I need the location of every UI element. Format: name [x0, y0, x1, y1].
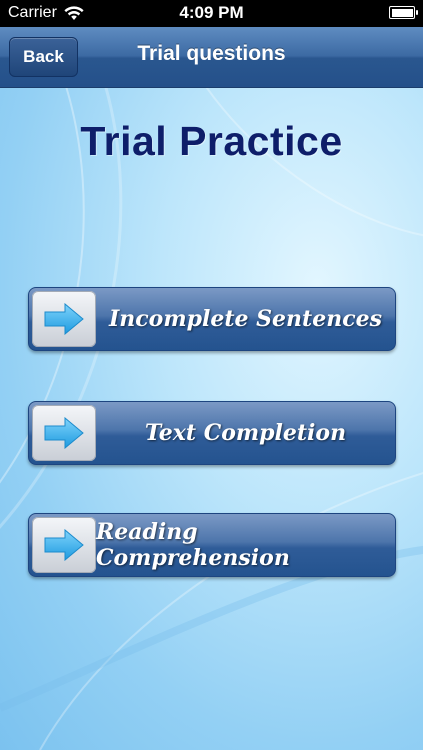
main-content: Trial Practice Incomplete Sentences Text… [0, 88, 423, 750]
status-time: 4:09 PM [179, 3, 244, 22]
arrow-right-icon [44, 529, 84, 561]
page-heading: Trial Practice [80, 118, 343, 164]
incomplete-sentences-button[interactable]: Incomplete Sentences [28, 287, 396, 351]
app-screen: Carrier 4:09 PM Back Trial questions Tri… [0, 0, 423, 750]
arrow-right-icon [44, 417, 84, 449]
arrow-box [32, 517, 96, 573]
button-label: Reading Comprehension [96, 519, 290, 571]
status-bar: Carrier 4:09 PM [0, 0, 423, 27]
battery-icon [389, 6, 418, 19]
arrow-right-icon [44, 303, 84, 335]
arrow-box [32, 291, 96, 347]
reading-comprehension-button[interactable]: Reading Comprehension [28, 513, 396, 577]
text-completion-button[interactable]: Text Completion [28, 401, 396, 465]
button-label: Incomplete Sentences [108, 306, 382, 332]
arrow-box [32, 405, 96, 461]
navigation-bar: Back Trial questions [0, 27, 423, 88]
button-label: Text Completion [144, 420, 347, 446]
nav-title: Trial questions [137, 42, 286, 65]
